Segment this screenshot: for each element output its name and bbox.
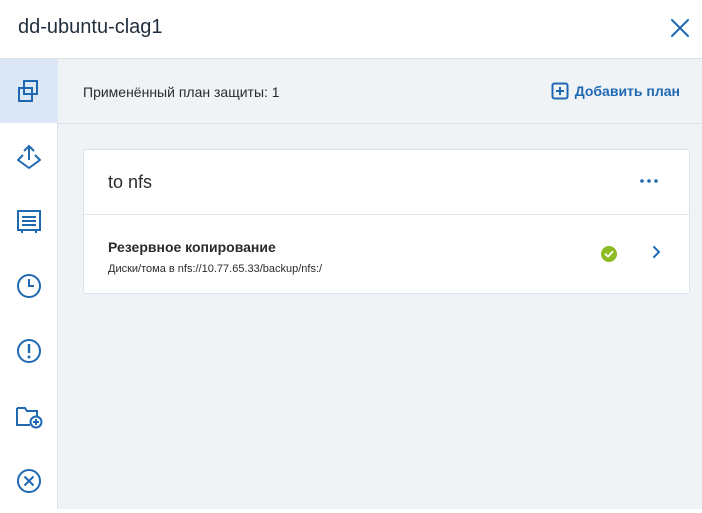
sidebar-item-remove[interactable]: [0, 449, 58, 513]
folder-add-icon: [16, 407, 43, 429]
plan-title: to nfs: [108, 172, 153, 192]
plan-card-header: to nfs: [84, 150, 689, 215]
sidebar-item-add-folder[interactable]: [0, 384, 58, 448]
main-panel: Применённый план защиты: 1 Добавить план…: [58, 59, 702, 509]
sidebar-item-history[interactable]: [0, 254, 58, 318]
recovery-icon: [17, 144, 41, 169]
sidebar-item-recovery[interactable]: [0, 125, 58, 189]
close-icon[interactable]: [668, 16, 692, 40]
close-button[interactable]: [668, 16, 692, 40]
more-dots-icon[interactable]: [639, 172, 659, 190]
module-title: Резервное копирование: [108, 239, 276, 255]
page-title: dd-ubuntu-clag1: [18, 16, 163, 38]
module-destination: Диски/тома в nfs://10.77.65.33/backup/nf…: [108, 263, 323, 275]
remove-icon: [17, 469, 41, 493]
check-circle-icon: [601, 246, 617, 262]
plans-bar: Применённый план защиты: 1 Добавить план: [58, 59, 702, 124]
plan-module-row[interactable]: Резервное копирование Диски/тома в nfs:/…: [84, 215, 689, 293]
plan-menu-button[interactable]: [639, 172, 659, 190]
sidebar: [0, 59, 58, 509]
chevron-right-icon[interactable]: [651, 245, 661, 259]
header: dd-ubuntu-clag1: [0, 0, 702, 59]
sidebar-item-activities[interactable]: [0, 189, 58, 253]
applied-plans-count: Применённый план защиты: 1: [83, 84, 280, 100]
plan-card: to nfs Резервное копирование Диски/тома …: [83, 149, 690, 294]
sidebar-item-alerts[interactable]: [0, 319, 58, 383]
plus-square-icon: [551, 82, 569, 100]
add-plan-label: Добавить план: [574, 83, 680, 99]
history-icon: [17, 274, 41, 298]
sidebar-item-protection-plans[interactable]: [0, 59, 58, 123]
activities-icon: [17, 210, 41, 233]
alerts-icon: [17, 339, 41, 363]
protection-plans-icon: [18, 80, 38, 102]
add-plan-button[interactable]: Добавить план: [551, 82, 680, 100]
